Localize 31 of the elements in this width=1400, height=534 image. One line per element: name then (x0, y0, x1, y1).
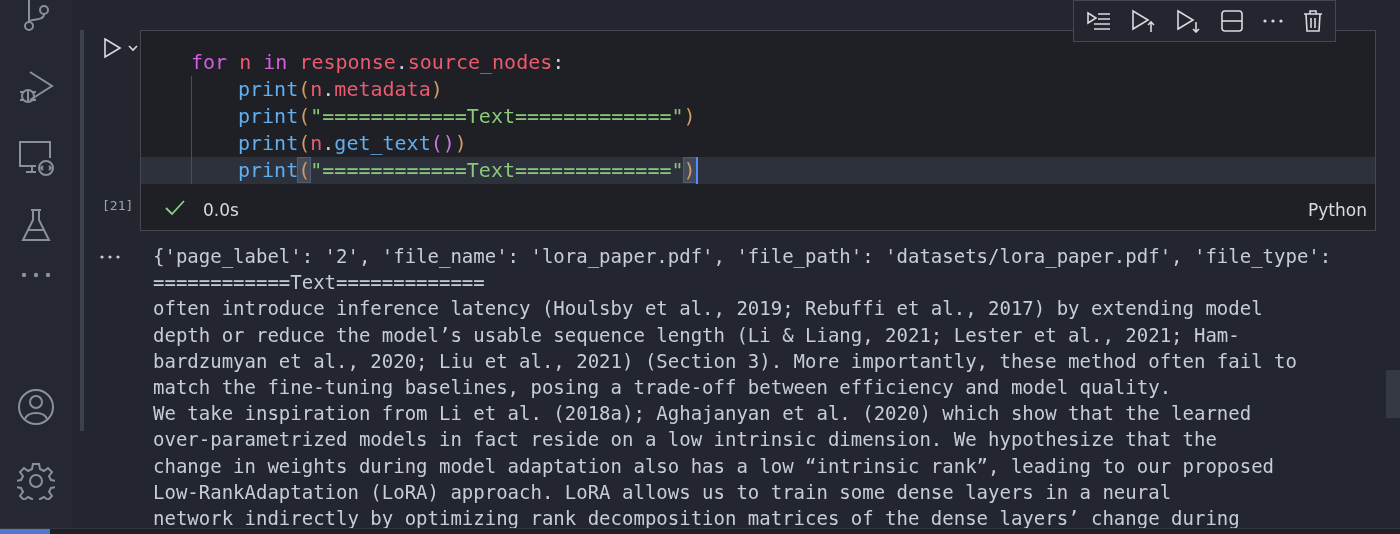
output-line: ============Text============= (153, 270, 485, 296)
output-line: over-parametrized models in fact reside on a low intrinsic dimension. We hypothesize that the (153, 427, 1217, 453)
output-line: {'page_label': '2', 'file_name': 'lora_paper.pdf', 'file_path': 'datasets/lora_paper.pdf', 'file_type': (153, 244, 1332, 270)
code-line: print(n.get_text()) (238, 130, 467, 157)
output-more-icon[interactable] (100, 255, 120, 259)
run-by-line-icon[interactable] (1086, 10, 1112, 32)
more-icon[interactable] (21, 272, 51, 278)
flask-icon[interactable] (20, 208, 52, 242)
output-line: We take inspiration from Li et al. (2018a); Aghajanyan et al. (2020) which show that the learned (153, 401, 1252, 427)
output-line: depth or reduce the model’s usable sequence length (Li & Liang, 2021; Lester et al., 2021; Ham- (153, 322, 1240, 348)
execution-count: [21] (102, 198, 134, 213)
run-cell-icon[interactable] (103, 38, 139, 58)
settings-icon[interactable] (17, 462, 55, 500)
split-cell-icon[interactable] (1221, 10, 1243, 32)
remote-explorer-icon[interactable] (16, 138, 56, 178)
code-line: print("============Text=============") (238, 103, 696, 130)
run-below-icon[interactable] (1176, 9, 1202, 33)
execution-time: 0.0s (203, 200, 239, 220)
code-line: print(n.metadata) (238, 76, 443, 103)
output-line: Low-RankAdaptation (LoRA) approach. LoRA allows us to train some dense layers in a neural (153, 479, 1172, 505)
account-icon[interactable] (17, 388, 55, 426)
run-above-icon[interactable] (1131, 9, 1157, 33)
output-line: bardzumyan et al., 2020; Liu et al., 2021) (Section 3). More importantly, these method often fail to (153, 348, 1297, 374)
code-line: print("============Text=============") (238, 157, 696, 184)
delete-icon[interactable] (1303, 10, 1323, 32)
code-line: for n in response.source_nodes: (191, 49, 565, 76)
output-line: match the fine-tuning baselines, posing a trade-off between efficiency and model quality. (153, 375, 1172, 400)
more-icon[interactable] (1262, 18, 1284, 24)
output-line: often introduce inference latency (Houlsby et al., 2019; Rebuffi et al., 2017) by extending model (153, 296, 1263, 322)
language-label[interactable]: Python (1308, 200, 1367, 220)
output-line: change in weights during model adaptation also has a low “intrinsic rank”, leading to our proposed (153, 453, 1275, 479)
